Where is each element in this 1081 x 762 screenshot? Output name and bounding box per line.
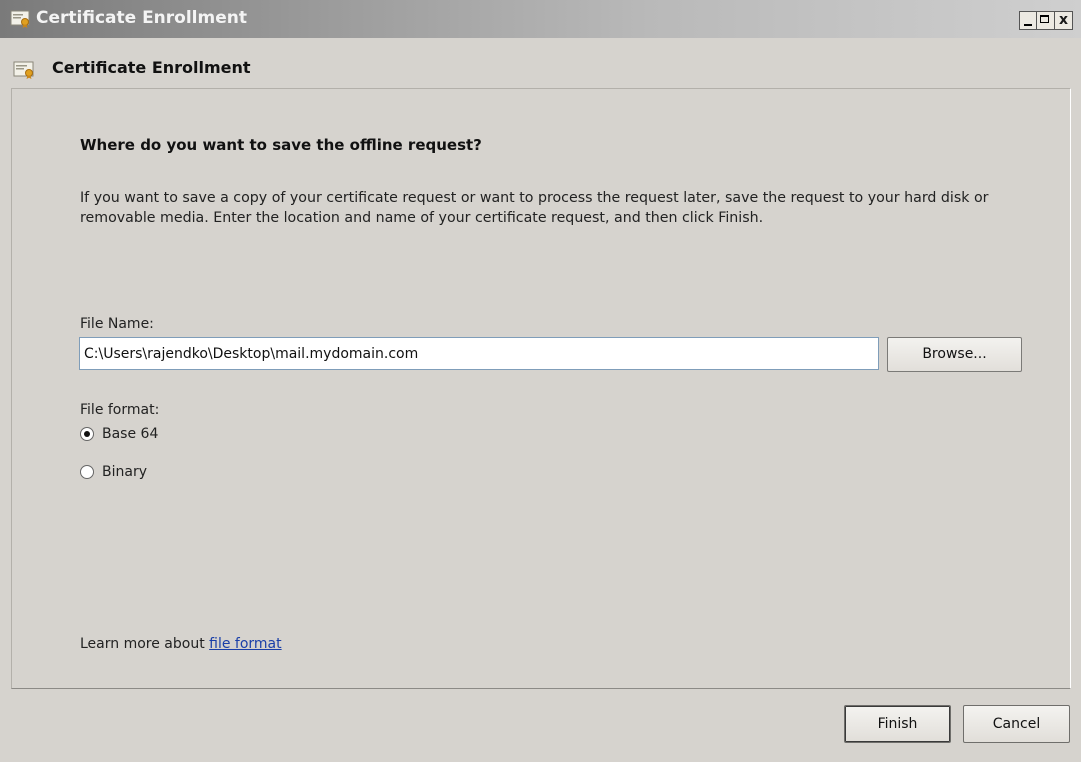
minimize-button[interactable]: [1019, 11, 1037, 30]
learn-more-text: Learn more about file format: [80, 636, 282, 652]
finish-button[interactable]: Finish: [844, 705, 951, 743]
certificate-icon: [10, 9, 32, 29]
cancel-button[interactable]: Cancel: [963, 705, 1070, 743]
radio-button-unchecked[interactable]: [80, 465, 94, 479]
page-question: Where do you want to save the offline re…: [80, 136, 482, 154]
file-format-label: File format:: [80, 402, 160, 418]
file-format-link[interactable]: file format: [209, 636, 281, 652]
file-name-label: File Name:: [80, 316, 154, 332]
radio-label-binary: Binary: [102, 464, 147, 480]
learn-more-prefix: Learn more about: [80, 636, 210, 652]
title-bar[interactable]: Certificate Enrollment x: [0, 0, 1081, 38]
window-controls: x: [1019, 11, 1073, 30]
page-description: If you want to save a copy of your certi…: [80, 190, 989, 226]
certificate-icon: [13, 60, 37, 80]
header-title: Certificate Enrollment: [52, 58, 251, 77]
radio-base64[interactable]: Base 64: [80, 426, 158, 442]
radio-binary[interactable]: Binary: [80, 464, 147, 480]
close-button[interactable]: x: [1055, 11, 1073, 30]
content-panel: Where do you want to save the offline re…: [11, 88, 1071, 689]
radio-label-base64: Base 64: [102, 426, 159, 442]
certificate-enrollment-window: Certificate Enrollment x Certificate Enr…: [0, 0, 1081, 762]
maximize-button[interactable]: [1037, 11, 1055, 30]
file-name-input[interactable]: [79, 337, 879, 370]
browse-button[interactable]: Browse...: [887, 337, 1022, 372]
radio-button-checked[interactable]: [80, 427, 94, 441]
wizard-header: Certificate Enrollment: [0, 49, 1081, 91]
window-title: Certificate Enrollment: [36, 8, 247, 28]
